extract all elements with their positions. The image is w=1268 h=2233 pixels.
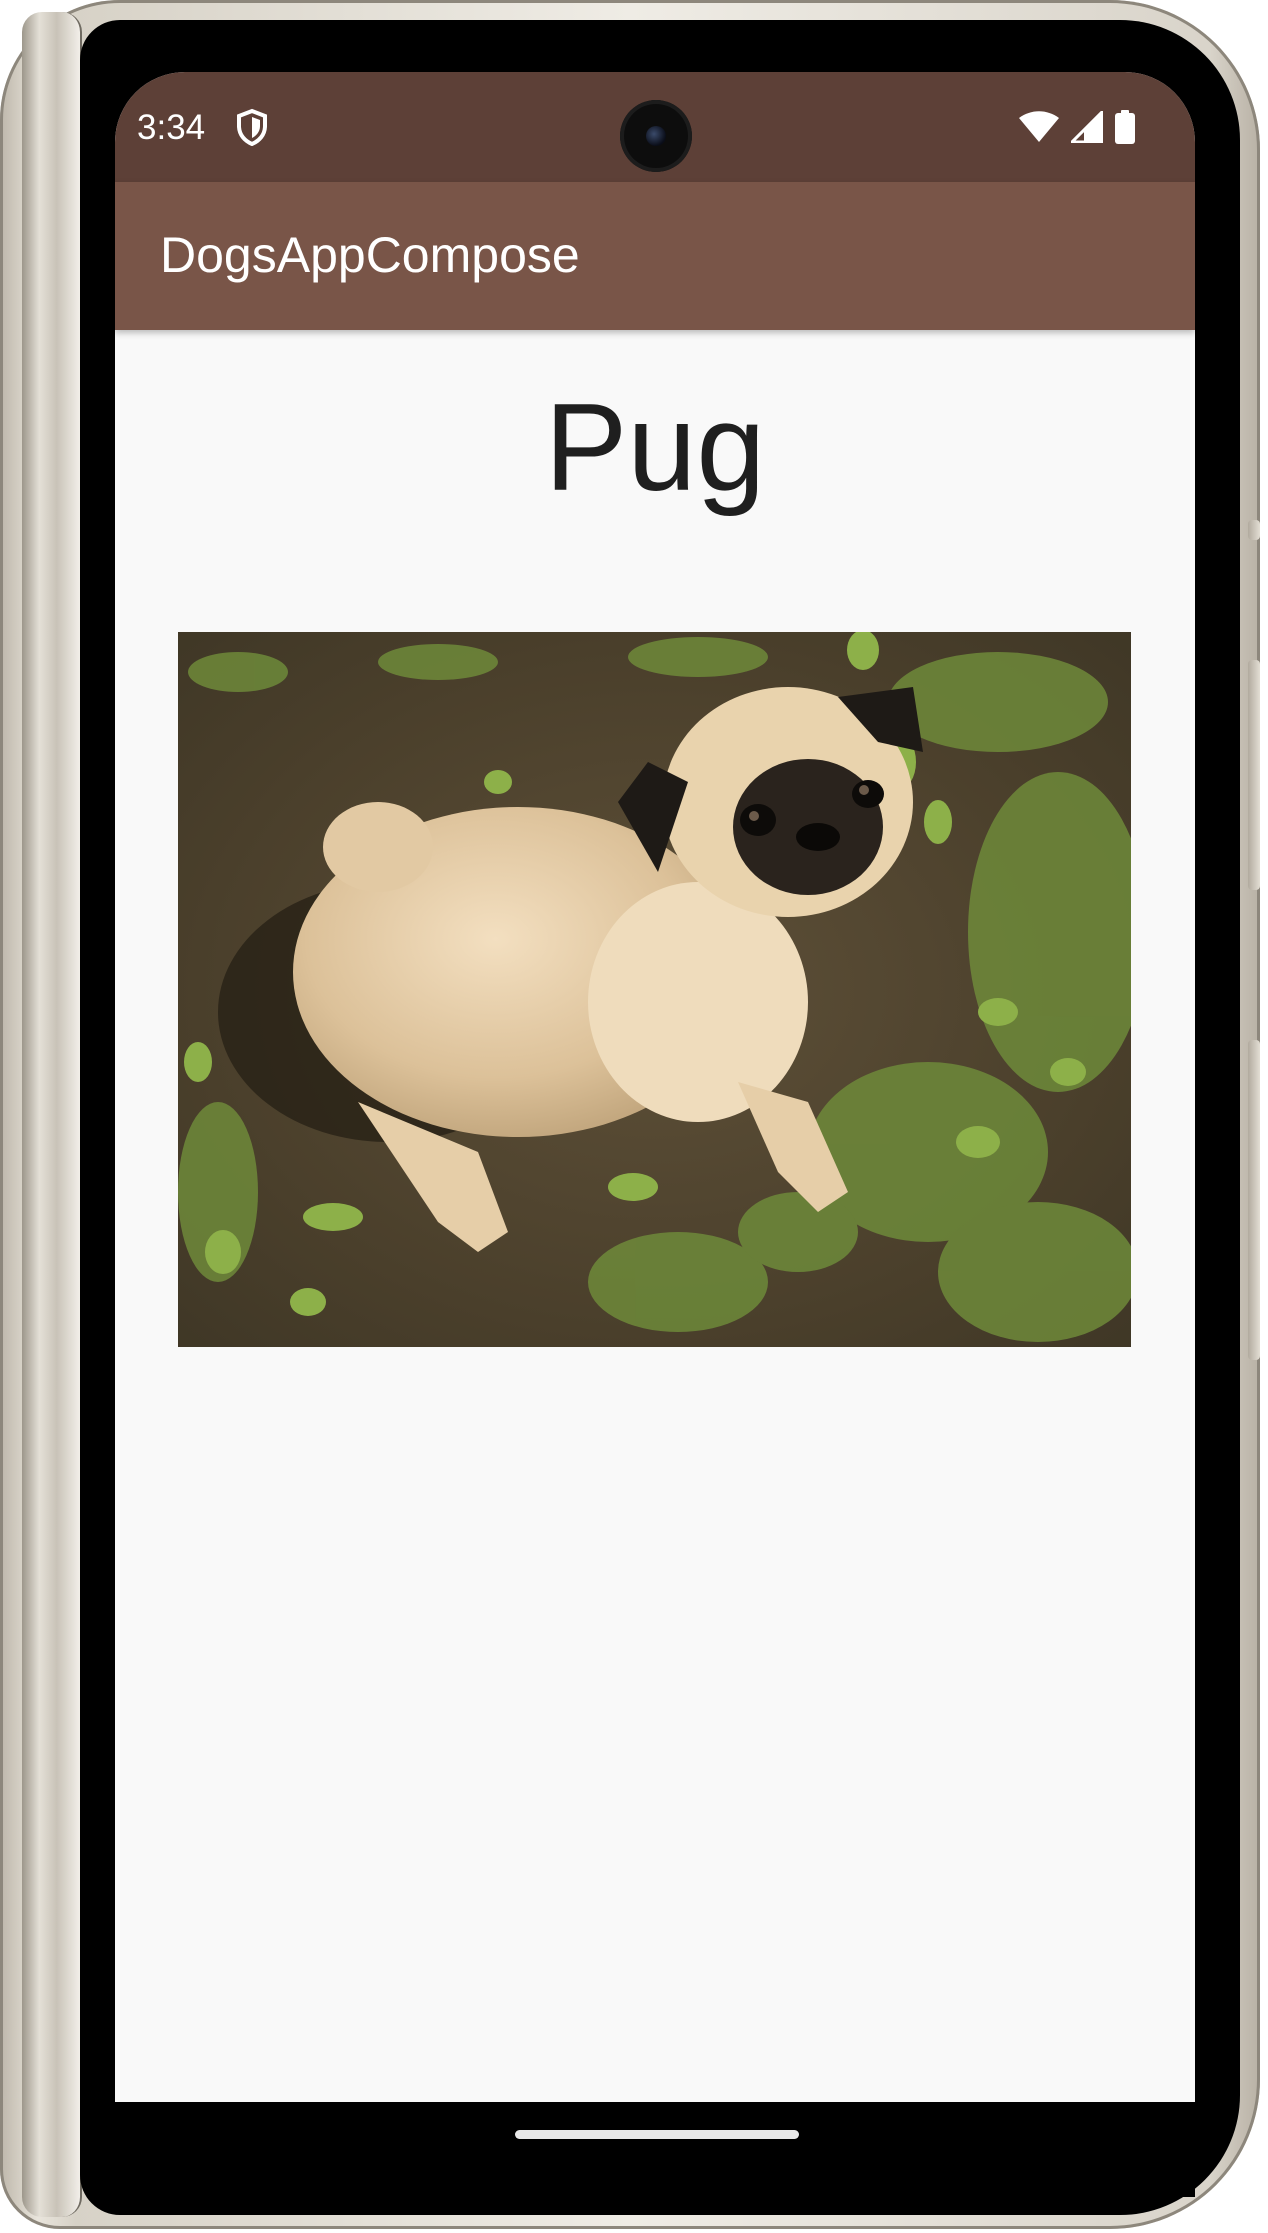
volume-button (1248, 660, 1260, 890)
app-title: DogsAppCompose (160, 227, 580, 283)
side-button-top (1248, 520, 1260, 540)
top-app-bar: DogsAppCompose (115, 182, 1195, 330)
power-button (1248, 1040, 1260, 1360)
signal-icon (1071, 111, 1103, 143)
status-time: 3:34 (137, 108, 206, 147)
front-camera (620, 100, 692, 172)
dog-photo (178, 632, 1131, 1347)
home-gesture-handle[interactable] (515, 2130, 799, 2139)
fold-hinge (22, 12, 82, 2217)
breed-name: Pug (544, 379, 766, 517)
screen: 3:34 DogsAppCompose Pug (115, 72, 1195, 2102)
phone-frame: 3:34 DogsAppCompose Pug (0, 0, 1260, 2229)
wifi-icon (1019, 111, 1059, 142)
shield-icon (237, 108, 267, 146)
status-icons (1019, 110, 1135, 144)
status-bar: 3:34 (115, 72, 1195, 182)
battery-icon (1115, 110, 1135, 144)
navigation-bar (115, 2102, 1195, 2197)
pug-photo (178, 632, 1131, 1347)
